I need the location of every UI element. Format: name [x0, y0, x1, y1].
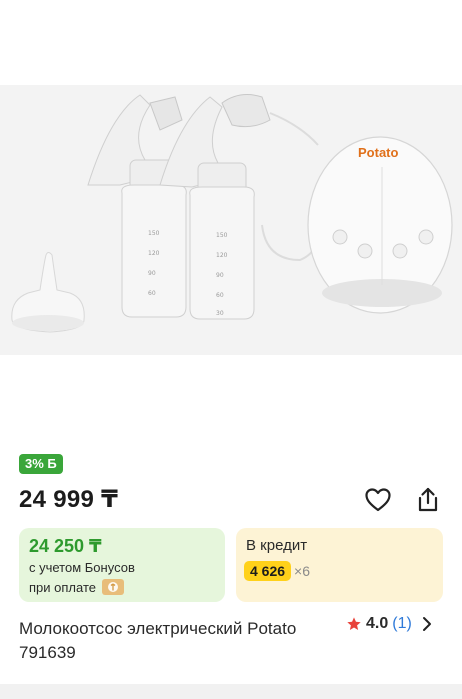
credit-payment-row: 4 626 ×6 [244, 561, 310, 581]
bonus-coin-icon [101, 579, 124, 595]
share-button[interactable] [413, 485, 443, 515]
svg-text:120: 120 [216, 252, 228, 259]
rating-value: 4.0 [366, 615, 389, 632]
breast-pump-illustration: 150 120 90 60 150 120 90 60 30 Potato [11, 94, 453, 333]
credit-months: ×6 [294, 563, 311, 579]
svg-text:90: 90 [148, 270, 156, 277]
svg-text:60: 60 [216, 292, 224, 299]
bonus-note: с учетом Бонусов [29, 560, 135, 575]
credit-monthly-amount: 4 626 [244, 561, 292, 581]
bonus-price: 24 250 ₸ [29, 536, 102, 556]
product-photo[interactable]: 150 120 90 60 150 120 90 60 30 Potato [0, 85, 462, 355]
next-section-edge [0, 684, 462, 699]
bonus-payment-note: при оплате [29, 579, 124, 595]
svg-text:Potato: Potato [358, 145, 399, 160]
product-gallery[interactable]: 150 120 90 60 150 120 90 60 30 Potato [0, 0, 462, 440]
chevron-right-icon [422, 616, 432, 632]
share-icon [418, 487, 438, 512]
favorite-button[interactable] [363, 485, 393, 515]
svg-text:150: 150 [148, 230, 160, 237]
svg-text:60: 60 [148, 290, 156, 297]
bonus-percent-label: 3% Б [25, 456, 57, 471]
review-count-link[interactable]: (1) [392, 615, 412, 633]
left-bottle: 150 120 90 60 [87, 94, 187, 318]
pump-unit: Potato [307, 136, 453, 314]
svg-text:90: 90 [216, 272, 224, 279]
credit-title: В кредит [246, 537, 308, 554]
bonus-percent-badge: 3% Б [19, 454, 63, 474]
credit-card[interactable]: В кредит 4 626 ×6 [236, 528, 443, 602]
svg-text:30: 30 [216, 310, 224, 317]
product-title: Молокоотсос электрический Potato 791639 [19, 619, 297, 662]
svg-text:150: 150 [216, 232, 228, 239]
heart-icon [365, 488, 391, 512]
bonus-price-card[interactable]: 24 250 ₸ с учетом Бонусов при оплате [19, 528, 225, 602]
svg-text:120: 120 [148, 250, 160, 257]
bonus-payment-label: при оплате [29, 579, 96, 595]
rating-summary[interactable]: 4.0 (1) [346, 615, 432, 633]
product-price: 24 999 ₸ [19, 486, 119, 513]
teat-image [11, 252, 85, 333]
star-icon [347, 617, 361, 630]
